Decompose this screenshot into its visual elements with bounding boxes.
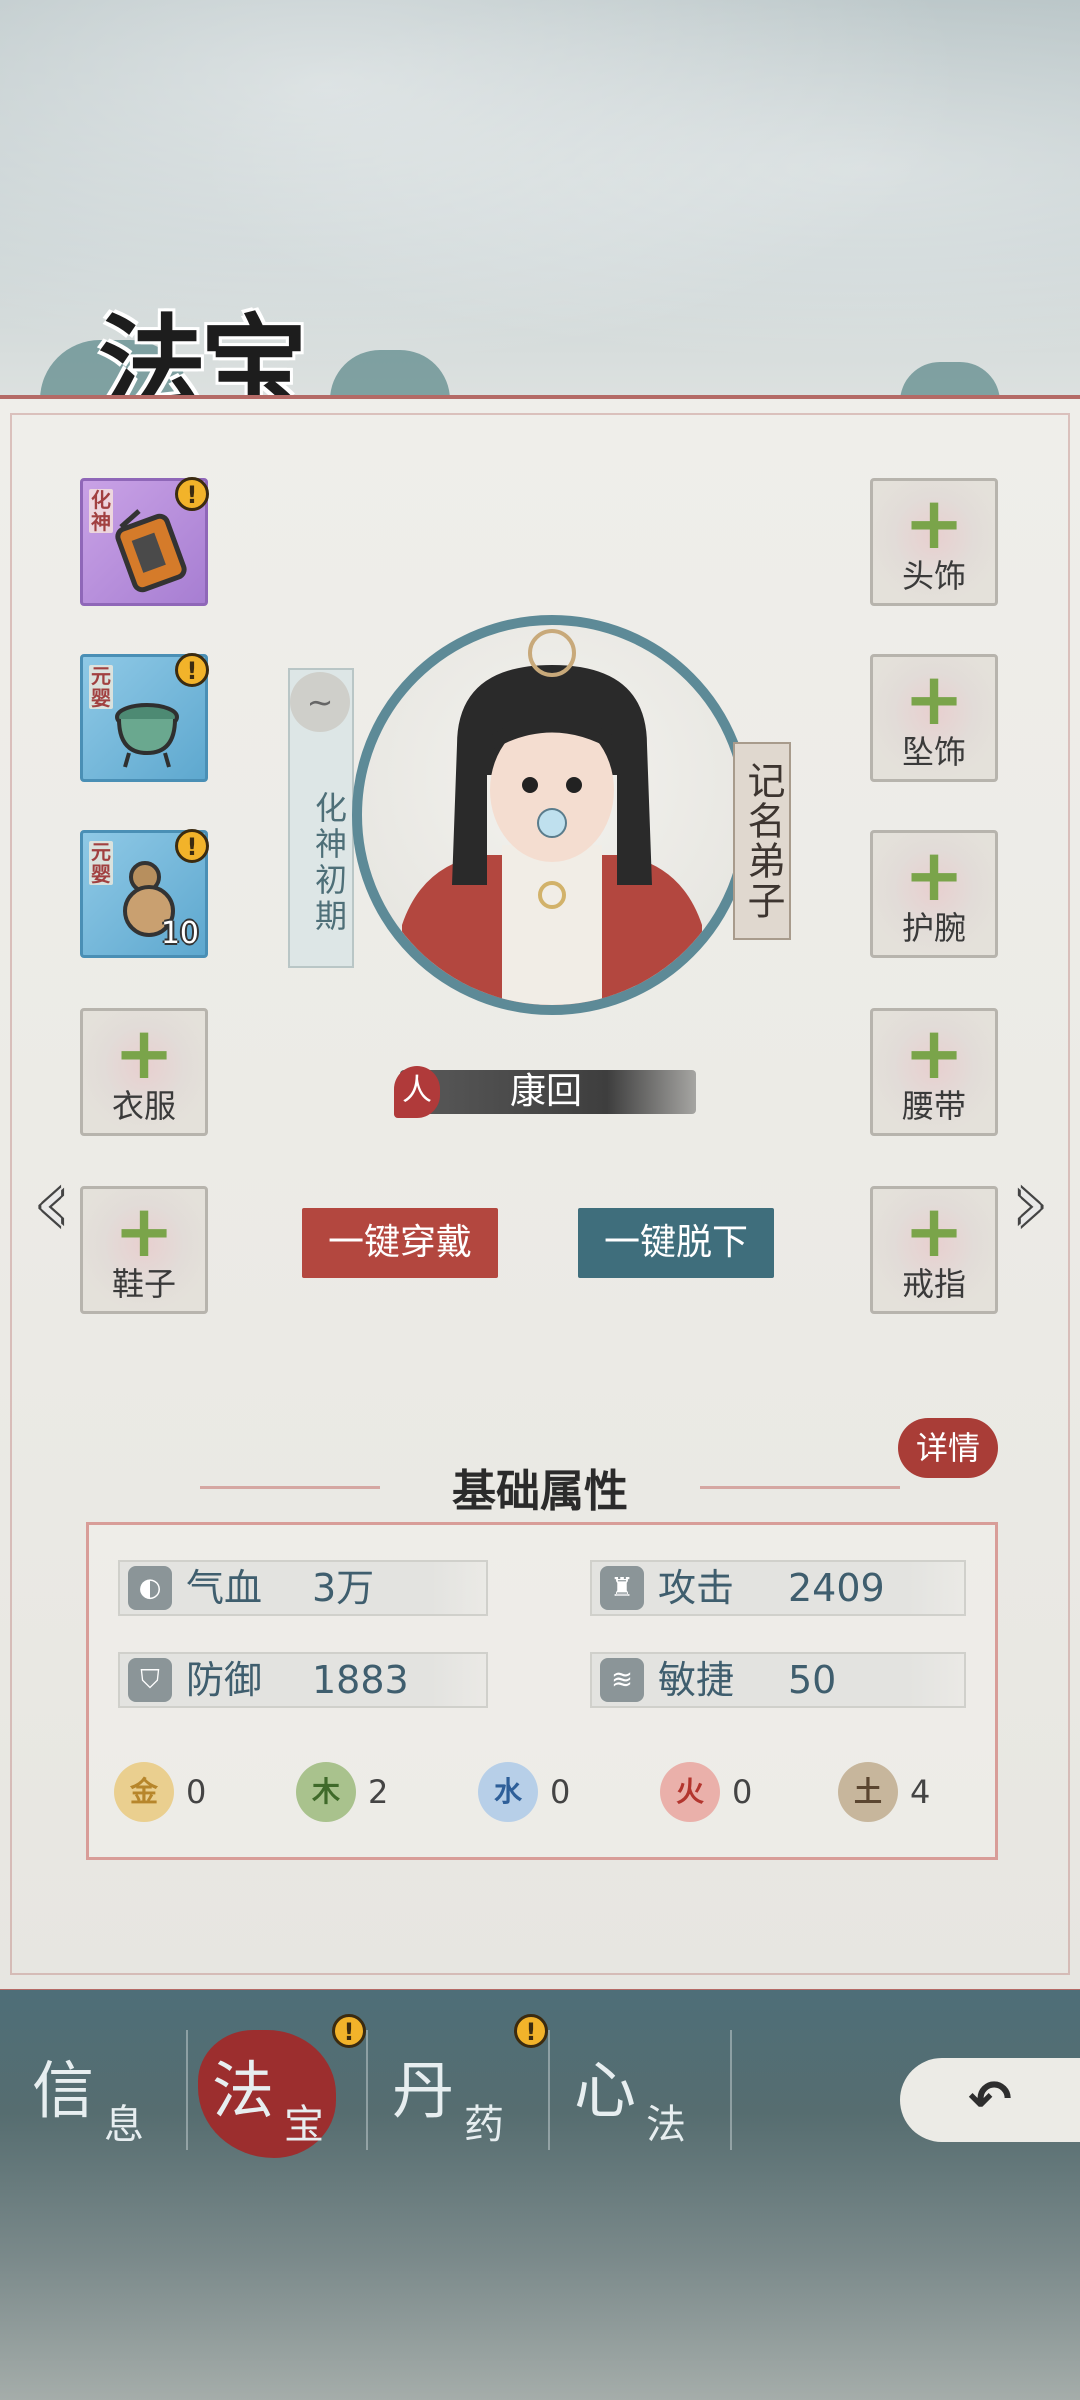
plus-icon: + — [903, 833, 965, 917]
equip-slot-item-2[interactable]: 元婴 ! — [80, 653, 209, 782]
fire-icon: 火 — [660, 1762, 720, 1822]
plus-icon: + — [113, 1011, 175, 1095]
blood-drop-icon: ◐ — [128, 1566, 172, 1610]
stat-agility: ≋ 敏捷 50 — [590, 1652, 966, 1708]
slot-label: 坠饰 — [901, 733, 966, 771]
equip-slot-bracer[interactable]: + 护腕 — [870, 830, 998, 958]
stat-defense: ⛉ 防御 1883 — [118, 1652, 488, 1708]
disciple-rank-banner: 记名弟子 — [733, 742, 791, 940]
stat-value: 3万 — [312, 1566, 375, 1610]
alert-icon: ! — [332, 2014, 366, 2048]
stat-value: 2409 — [788, 1566, 885, 1610]
alert-icon: ! — [175, 829, 209, 863]
element-water: 水 0 — [478, 1762, 598, 1822]
wood-icon: 木 — [296, 1762, 356, 1822]
character-avatar — [402, 629, 702, 1005]
plus-icon: + — [903, 1189, 965, 1273]
chevron-right-icon[interactable]: › — [1000, 1158, 1060, 1248]
equip-all-button[interactable]: 一键穿戴 — [302, 1208, 498, 1278]
character-name-bar: 康回 — [400, 1070, 696, 1114]
equip-slot-pendant[interactable]: + 坠饰 — [870, 654, 998, 782]
slot-label: 护腕 — [901, 909, 966, 947]
slot-label: 头饰 — [901, 557, 966, 595]
plus-icon: + — [903, 1011, 965, 1095]
tab-label: 信 — [32, 2054, 95, 2127]
stat-name: 防御 — [186, 1658, 263, 1702]
element-value: 4 — [910, 1773, 931, 1811]
equip-slot-item-1[interactable]: 化神 ! — [80, 477, 209, 606]
alert-icon: ! — [514, 2014, 548, 2048]
cloud-icon: ~ — [290, 672, 350, 732]
alert-icon: ! — [175, 653, 209, 687]
slot-label: 腰带 — [901, 1087, 966, 1125]
item-count: 10 — [160, 916, 199, 951]
chevron-left-icon[interactable]: ‹ — [22, 1158, 82, 1248]
stat-hp: ◐ 气血 3万 — [118, 1560, 488, 1616]
equip-slot-shoes[interactable]: + 鞋子 — [80, 1186, 208, 1314]
unequip-all-button[interactable]: 一键脱下 — [578, 1208, 774, 1278]
equip-slot-ring[interactable]: + 戒指 — [870, 1186, 998, 1314]
equip-slot-item-3[interactable]: 元婴 10 ! — [80, 829, 209, 958]
stat-name: 气血 — [186, 1566, 263, 1610]
tab-label: 息 — [104, 2102, 144, 2148]
equip-slot-clothes[interactable]: + 衣服 — [80, 1008, 208, 1136]
element-value: 0 — [186, 1773, 207, 1811]
tab-label: 丹 — [392, 2054, 455, 2127]
tab-method[interactable]: 心 法 — [562, 2040, 742, 2160]
stat-name: 敏捷 — [658, 1658, 735, 1702]
stat-value: 50 — [788, 1658, 837, 1702]
character-portrait — [352, 615, 752, 1015]
alert-icon: ! — [175, 477, 209, 511]
element-value: 0 — [550, 1773, 571, 1811]
slot-label: 衣服 — [111, 1087, 176, 1125]
detail-button[interactable]: 详情 — [898, 1418, 998, 1478]
shield-icon: ⛉ — [128, 1658, 172, 1702]
plus-icon: + — [113, 1189, 175, 1273]
back-arrow-icon: ↶ — [968, 2070, 1012, 2130]
tab-label: 药 — [464, 2102, 504, 2148]
element-value: 2 — [368, 1773, 389, 1811]
stat-attack: ♜ 攻击 2409 — [590, 1560, 966, 1616]
wing-icon: ≋ — [600, 1658, 644, 1702]
character-name: 康回 — [510, 1071, 583, 1112]
tab-label: 法 — [646, 2102, 686, 2148]
equip-slot-headwear[interactable]: + 头饰 — [870, 478, 998, 606]
tab-elixir[interactable]: 丹 药 — [380, 2040, 560, 2160]
water-icon: 水 — [478, 1762, 538, 1822]
stat-value: 1883 — [312, 1658, 409, 1702]
metal-icon: 金 — [114, 1762, 174, 1822]
equip-slot-belt[interactable]: + 腰带 — [870, 1008, 998, 1136]
plus-icon: + — [903, 657, 965, 741]
tab-info[interactable]: 信 息 — [20, 2040, 200, 2160]
element-earth: 土 4 — [838, 1762, 958, 1822]
tab-treasure[interactable]: 法 宝 — [200, 2040, 380, 2160]
earth-icon: 土 — [838, 1762, 898, 1822]
plus-icon: + — [903, 481, 965, 565]
attack-icon: ♜ — [600, 1566, 644, 1610]
slot-label: 鞋子 — [111, 1265, 176, 1303]
slot-label: 戒指 — [901, 1265, 966, 1303]
tab-label: 心 — [574, 2054, 637, 2127]
element-value: 0 — [732, 1773, 753, 1811]
race-badge: 人 — [394, 1066, 440, 1118]
element-metal: 金 0 — [114, 1762, 234, 1822]
tab-label: 宝 — [284, 2102, 324, 2148]
element-fire: 火 0 — [660, 1762, 780, 1822]
tab-label: 法 — [212, 2054, 275, 2127]
back-button[interactable]: ↶ — [900, 2058, 1080, 2142]
element-wood: 木 2 — [296, 1762, 416, 1822]
stat-name: 攻击 — [658, 1566, 735, 1610]
